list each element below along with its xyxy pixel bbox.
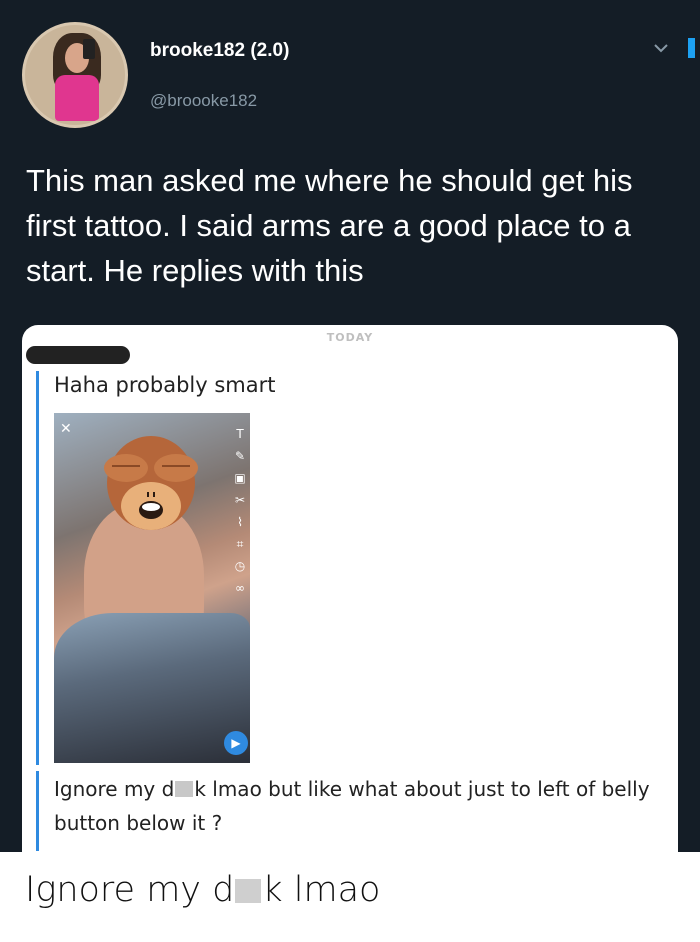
avatar-phone: [83, 39, 95, 59]
message-text-start: Ignore my d: [54, 777, 175, 801]
caption-start: Ignore my d: [25, 870, 235, 910]
paperclip-icon[interactable]: ⌇: [232, 511, 248, 533]
avatar[interactable]: [22, 22, 128, 128]
see-no-evil-monkey-icon: [104, 436, 198, 530]
text-icon[interactable]: T: [232, 423, 248, 445]
display-name[interactable]: brooke182 (2.0): [150, 40, 289, 62]
tweet-card: brooke182 (2.0) @broooke182 This man ask…: [0, 0, 700, 852]
snap-image[interactable]: ✕ T ✎ ▣ ✂ ⌇ ⌗ ◷ ∞ ▶: [54, 413, 250, 763]
sticker-icon[interactable]: ▣: [232, 467, 248, 489]
loop-icon[interactable]: ∞: [232, 577, 248, 599]
message-bar: [36, 771, 39, 851]
timer-icon[interactable]: ◷: [232, 555, 248, 577]
edge-mark: [688, 38, 695, 58]
message-bar: [36, 371, 39, 765]
send-icon[interactable]: ▶: [224, 731, 248, 755]
message-text: Haha probably smart: [54, 373, 276, 397]
crop-icon[interactable]: ⌗: [232, 533, 248, 555]
censor-block: [235, 879, 262, 903]
caption-text: Ignore my d k lmao: [25, 870, 380, 910]
tweet-text: This man asked me where he should get hi…: [26, 163, 633, 288]
chevron-down-icon[interactable]: [651, 40, 671, 56]
censor-block: [175, 781, 194, 797]
snap-blanket: [54, 613, 250, 763]
user-handle[interactable]: @broooke182: [150, 91, 257, 111]
avatar-shirt: [55, 75, 99, 121]
caption-end: k lmao: [262, 870, 381, 910]
chat-screenshot: TODAY Haha probably smart ✕ T ✎ ▣ ✂ ⌇ ⌗ …: [22, 325, 678, 852]
redacted-name: [26, 346, 130, 364]
scissors-icon[interactable]: ✂: [232, 489, 248, 511]
snap-toolbar: T ✎ ▣ ✂ ⌇ ⌗ ◷ ∞: [232, 423, 248, 599]
meme-caption: Ignore my d k lmao: [0, 852, 700, 942]
date-label: TODAY: [326, 331, 374, 344]
message-text: Ignore my dk lmao but like what about ju…: [54, 772, 654, 840]
close-icon[interactable]: ✕: [60, 421, 72, 437]
pencil-icon[interactable]: ✎: [232, 445, 248, 467]
